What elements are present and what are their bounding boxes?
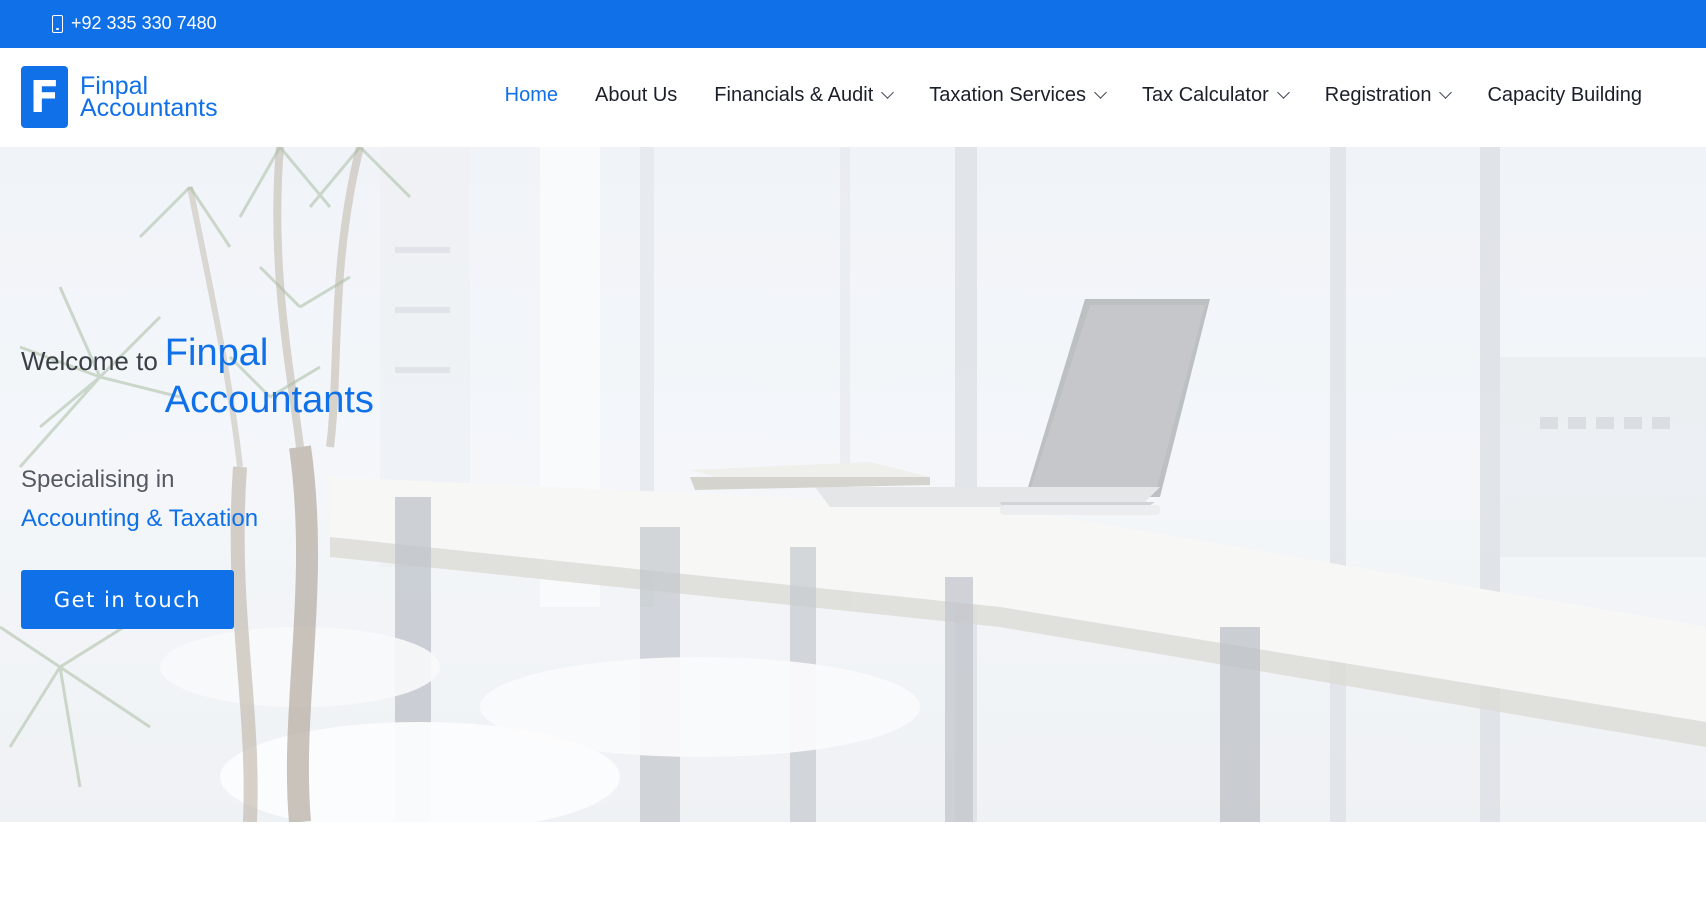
nav-item-taxation-services[interactable]: Taxation Services	[929, 84, 1107, 107]
nav-item-label: Taxation Services	[929, 84, 1087, 106]
hero-brand-line1: Finpal	[164, 332, 269, 374]
chevron-down-icon	[1276, 86, 1290, 99]
nav-item-label: Home	[504, 84, 559, 106]
site-header: F Finpal Accountants Home About Us Finan…	[0, 48, 1706, 147]
nav-item-label: Registration	[1324, 84, 1432, 106]
nav-item-financials-audit[interactable]: Financials & Audit	[714, 84, 895, 107]
nav-item-capacity-building[interactable]: Capacity Building	[1487, 84, 1642, 107]
chevron-down-icon	[1094, 86, 1107, 99]
chevron-down-icon	[881, 86, 895, 99]
nav-item-tax-calculator[interactable]: Tax Calculator	[1142, 84, 1290, 107]
phone-number[interactable]: +92 335 330 7480	[71, 13, 217, 34]
nav-item-about-us[interactable]: About Us	[595, 84, 677, 107]
nav-item-home[interactable]: Home	[505, 84, 558, 107]
hero-content: Welcome to Finpal Accountants Specialisi…	[21, 330, 374, 629]
logo-wordmark: Finpal Accountants	[80, 66, 218, 122]
nav-item-label: Tax Calculator	[1142, 84, 1269, 106]
hero-heading: Welcome to Finpal Accountants	[21, 330, 374, 424]
hero-brand-name: Finpal Accountants	[165, 330, 374, 424]
hero-banner: Welcome to Finpal Accountants Specialisi…	[0, 147, 1706, 822]
specialising-value: Accounting & Taxation	[21, 505, 259, 532]
chevron-down-icon	[1439, 86, 1453, 99]
welcome-prefix: Welcome to	[21, 346, 158, 376]
hero-brand-line2: Accountants	[164, 379, 374, 421]
logo-name-line2: Accountants	[80, 94, 218, 122]
nav-item-label: About Us	[595, 84, 678, 106]
nav-item-label: Financials & Audit	[714, 84, 874, 106]
logo-mark: F	[21, 66, 68, 128]
specialising-label: Specialising in	[21, 466, 175, 493]
top-contact-bar: +92 335 330 7480	[0, 0, 1706, 48]
get-in-touch-button[interactable]: Get in touch	[21, 570, 234, 629]
mobile-phone-icon	[52, 14, 63, 33]
brand-logo[interactable]: F Finpal Accountants	[21, 66, 218, 128]
main-nav: Home About Us Financials & Audit Taxatio…	[505, 84, 1642, 107]
phone-contact[interactable]: +92 335 330 7480	[52, 13, 217, 34]
nav-item-label: Capacity Building	[1487, 84, 1642, 106]
nav-item-registration[interactable]: Registration	[1324, 84, 1453, 107]
